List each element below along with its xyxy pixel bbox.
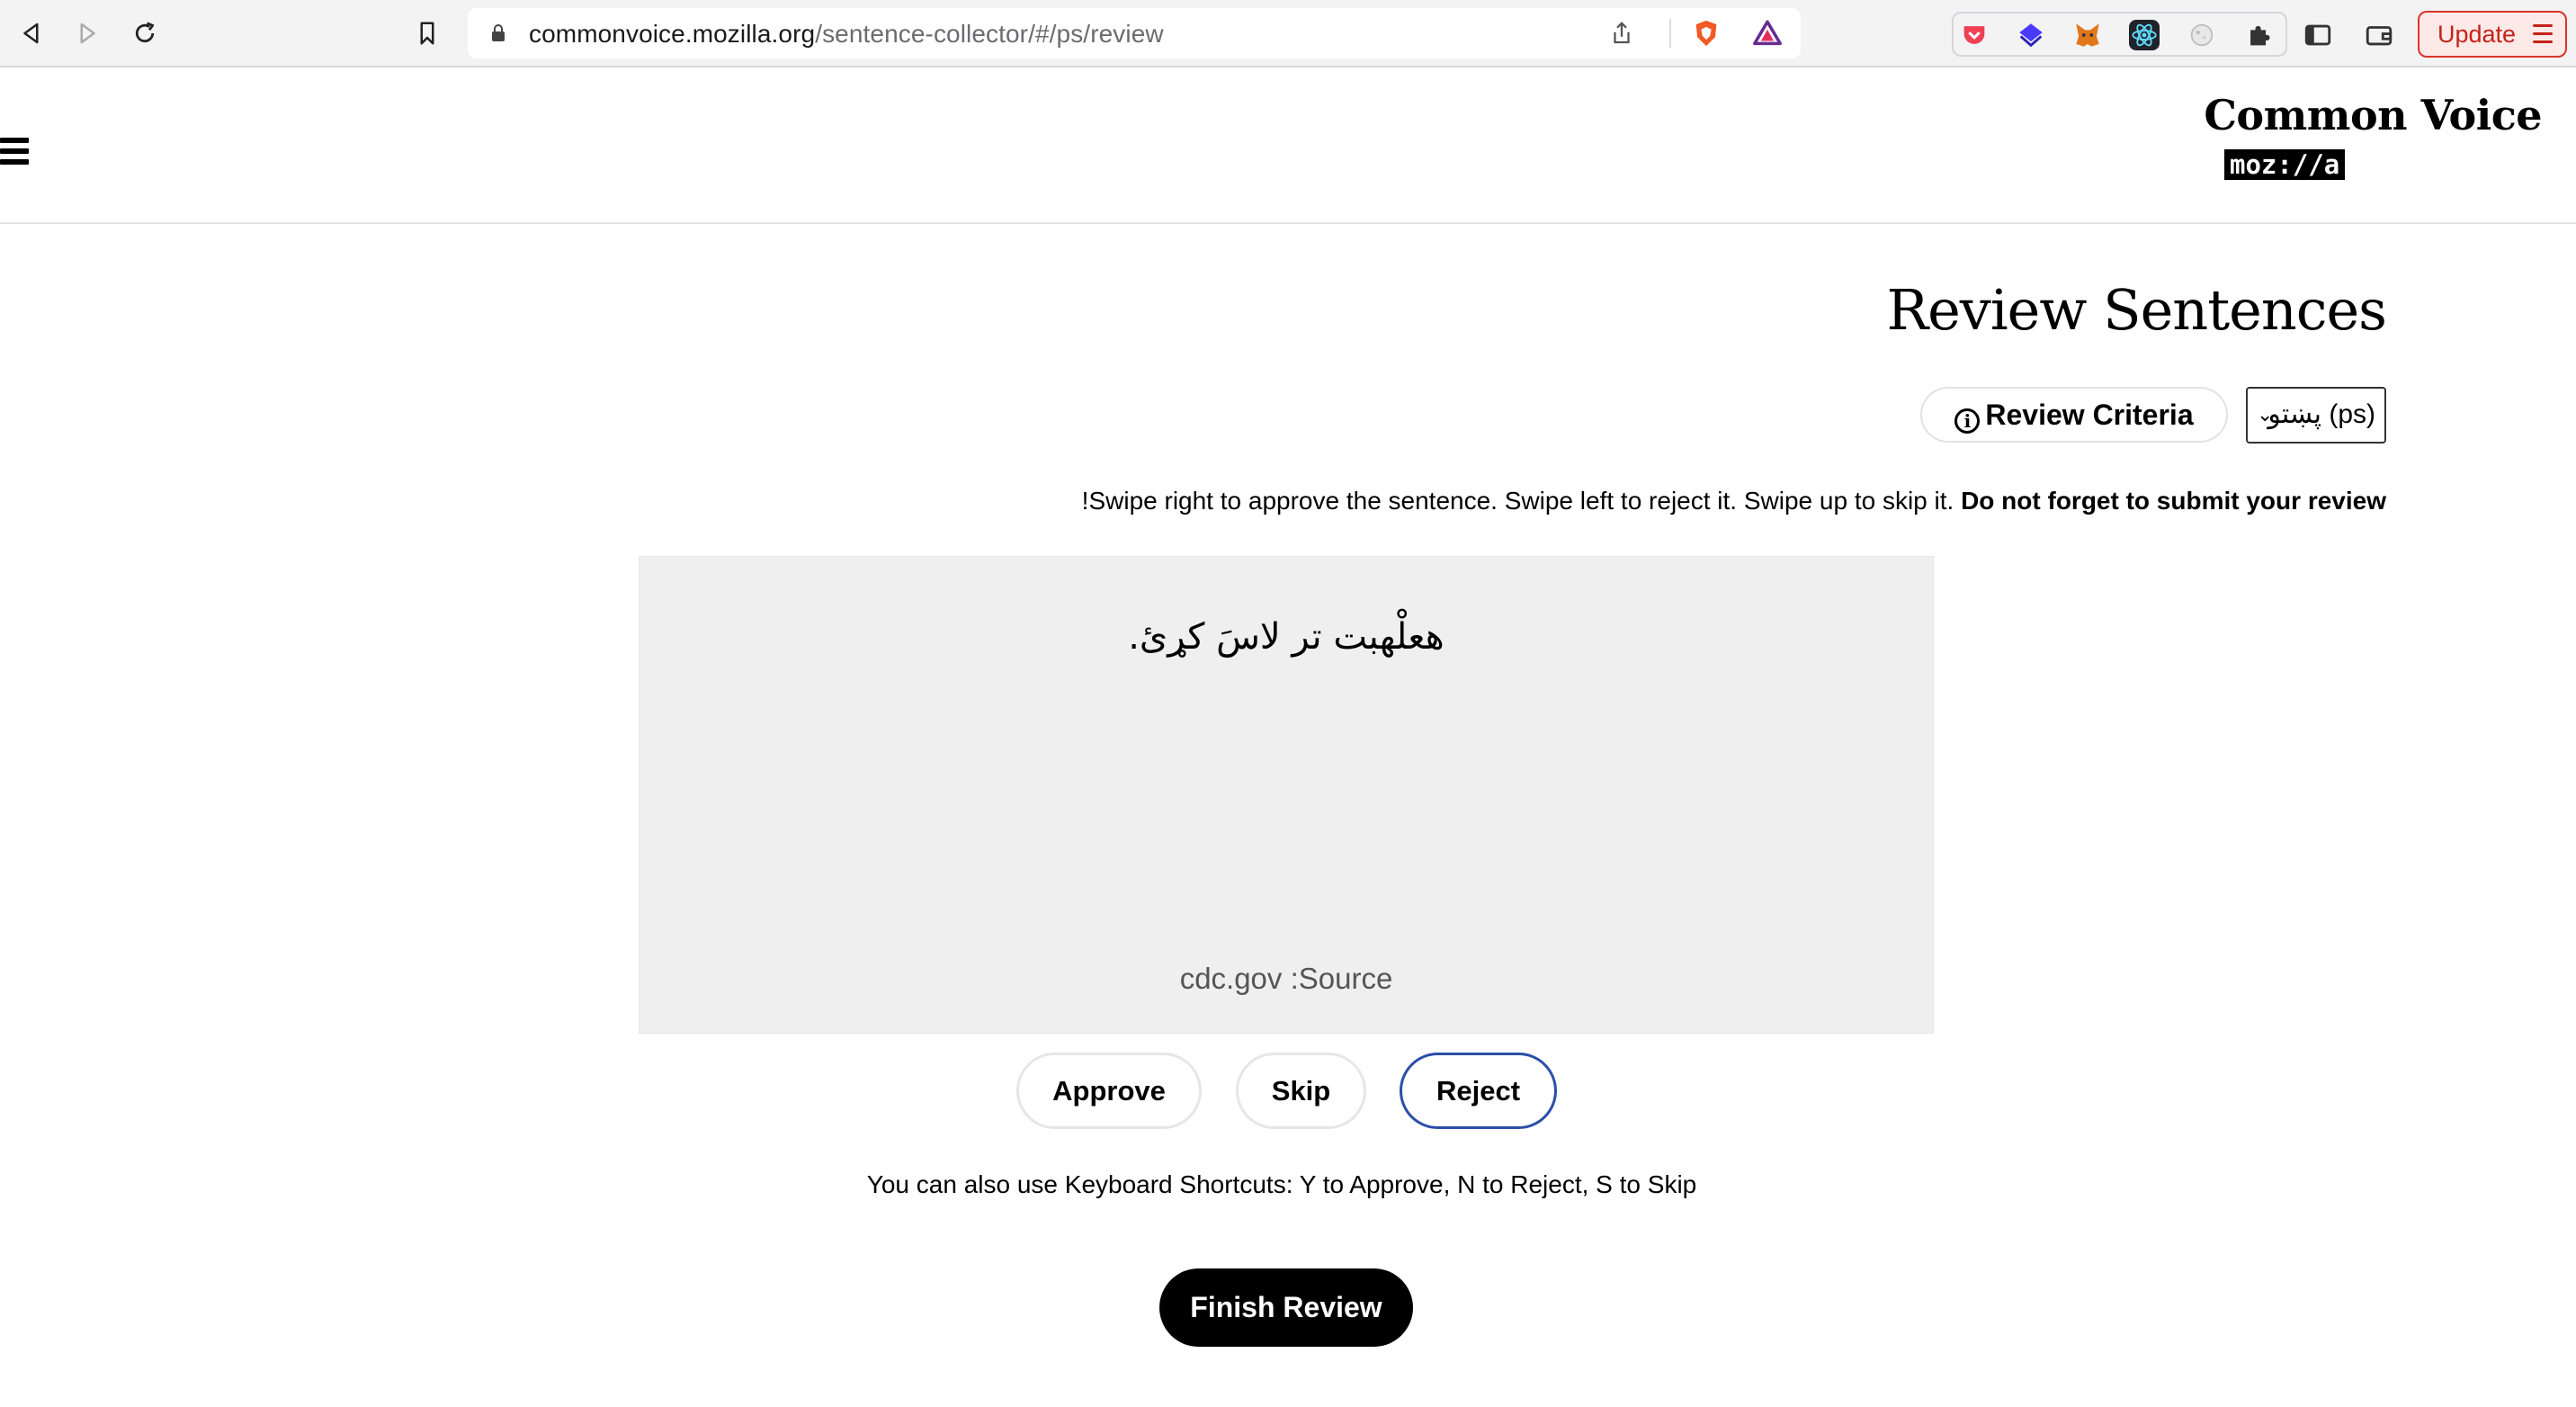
- info-icon: i: [1954, 408, 1981, 434]
- share-icon[interactable]: [1608, 20, 1635, 47]
- sidebar-icon[interactable]: [2303, 20, 2333, 50]
- update-label: Update: [2437, 21, 2517, 48]
- extensions-group: [1952, 12, 2287, 57]
- sentence-source: cdc.gov :Source: [1179, 962, 1393, 995]
- wallet-icon[interactable]: [2364, 20, 2394, 50]
- layers-extension-icon[interactable]: [2016, 20, 2046, 50]
- bookmark-icon[interactable]: [410, 16, 444, 50]
- extensions-puzzle-icon[interactable]: [2244, 20, 2275, 50]
- instructions-text: !Swipe right to approve the sentence. Sw…: [1081, 487, 1962, 515]
- address-bar[interactable]: commonvoice.mozilla.org/sentence-collect…: [468, 8, 1801, 58]
- review-criteria-label: Review Criteria: [1985, 399, 2194, 431]
- site-header: Common Voice moz://a: [0, 67, 2576, 224]
- update-button[interactable]: Update: [2418, 11, 2567, 58]
- metamask-fox-icon[interactable]: [2072, 20, 2103, 50]
- menu-icon: [2533, 24, 2553, 44]
- moon-extension-icon[interactable]: [2187, 20, 2217, 50]
- url-host: commonvoice.mozilla.org: [529, 20, 816, 48]
- instructions-bold: Do not forget to submit your review: [1961, 487, 2386, 515]
- url-path: /sentence-collector/#/ps/review: [815, 20, 1164, 48]
- swipe-instructions: !Swipe right to approve the sentence. Sw…: [1082, 486, 2386, 516]
- language-value: پښتو (ps): [2267, 399, 2375, 429]
- forward-icon[interactable]: [70, 16, 104, 50]
- language-select[interactable]: ⌄ پښتو (ps): [2246, 387, 2386, 444]
- keyboard-shortcuts-hint: You can also use Keyboard Shortcuts: Y t…: [0, 1170, 2576, 1200]
- react-devtools-icon[interactable]: [2129, 20, 2160, 50]
- logo-title[interactable]: Common Voice: [2204, 91, 2542, 139]
- brave-shield-icon[interactable]: [1691, 17, 1722, 49]
- url-text: commonvoice.mozilla.org/sentence-collect…: [529, 21, 1164, 48]
- lock-icon: [492, 24, 505, 41]
- shortcuts-text: You can also use Keyboard Shortcuts: Y t…: [866, 1170, 1697, 1198]
- finish-review-button[interactable]: Finish Review: [1159, 1268, 1413, 1347]
- skip-button[interactable]: Skip: [1236, 1053, 1366, 1129]
- mozilla-logo[interactable]: moz://a: [2224, 149, 2346, 180]
- back-icon[interactable]: [14, 16, 49, 50]
- sentence-text: هعلْهبت تر لاسَ کړئ.: [1128, 616, 1445, 658]
- reject-button[interactable]: Reject: [1400, 1053, 1557, 1129]
- pocket-icon[interactable]: [1959, 20, 1990, 50]
- divider: [1669, 19, 1671, 48]
- approve-button[interactable]: Approve: [1016, 1053, 1202, 1129]
- brave-rewards-icon[interactable]: [1752, 18, 1783, 49]
- hamburger-menu-icon[interactable]: [0, 138, 31, 166]
- review-criteria-button[interactable]: i Review Criteria: [1920, 387, 2228, 443]
- sentence-card[interactable]: هعلْهبت تر لاسَ کړئ. cdc.gov :Source: [639, 556, 1934, 1034]
- reload-icon[interactable]: [128, 16, 162, 50]
- browser-toolbar: commonvoice.mozilla.org/sentence-collect…: [0, 0, 2576, 67]
- page-title: Review Sentences: [1886, 277, 2387, 343]
